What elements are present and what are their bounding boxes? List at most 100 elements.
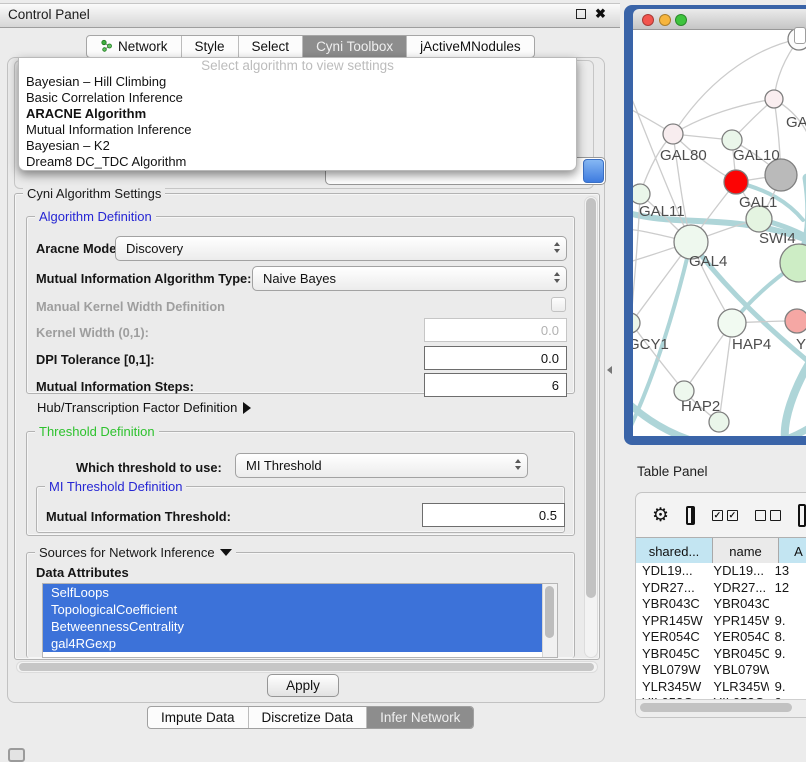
network-node-pink-top[interactable] [765, 90, 783, 108]
dropdown-hint: Select algorithm to view settings [19, 58, 576, 74]
column-header-name[interactable]: name [713, 538, 779, 564]
unchecked-boxes-icon[interactable] [755, 510, 781, 521]
table-cell: YDL19... [636, 563, 707, 580]
tab-infer-network[interactable]: Infer Network [366, 707, 473, 728]
network-node-red-node[interactable] [724, 170, 748, 194]
table-header-row: shared...nameA [636, 537, 806, 565]
minimized-panel-icon[interactable] [8, 748, 25, 762]
spinner-arrows-icon [515, 459, 521, 470]
sources-title[interactable]: Sources for Network Inference [35, 545, 236, 560]
minimize-traffic-light-icon[interactable] [659, 14, 671, 26]
screen: Control Panel ✖ NetworkStyleSelectCyni T… [0, 0, 806, 762]
mi-threshold-field[interactable]: 0.5 [422, 503, 565, 527]
settings-vertical-scrollbar-thumb[interactable] [586, 198, 596, 598]
float-window-icon[interactable] [576, 9, 586, 19]
tab-cyni-toolbox[interactable]: Cyni Toolbox [302, 36, 406, 57]
tab-select[interactable]: Select [238, 36, 303, 57]
tab-label: Style [195, 39, 225, 54]
mi-type-value: Naive Bayes [263, 271, 336, 286]
combo-spinner-icon[interactable] [583, 159, 604, 183]
splitter-grip-icon[interactable] [607, 366, 612, 374]
table-row[interactable]: YBR043CYBR043C [636, 596, 806, 613]
tab-impute-data[interactable]: Impute Data [148, 707, 248, 728]
tab-discretize-data[interactable]: Discretize Data [248, 707, 367, 728]
data-attributes-label: Data Attributes [36, 565, 129, 580]
network-graph: GALGAL80GAL10GAL1GAL11SWI4GAL4GCY1HAP4YH… [633, 30, 806, 436]
dpi-tolerance-field[interactable]: 0.0 [424, 346, 567, 370]
table-row[interactable]: YER054CYER054C8. [636, 629, 806, 646]
zoom-traffic-light-icon[interactable] [675, 14, 687, 26]
network-node-bottom-node[interactable] [709, 412, 729, 432]
network-node-gcy1[interactable] [633, 313, 640, 333]
table-row[interactable]: YPR145WYPR145W9. [636, 613, 806, 630]
settings-horizontal-scrollbar-thumb[interactable] [19, 663, 594, 671]
close-traffic-light-icon[interactable] [642, 14, 654, 26]
table-row[interactable]: YBL079WYBL079W [636, 662, 806, 679]
gear-icon[interactable]: ⚙ [652, 506, 669, 525]
data-attributes-items: SelfLoopsTopologicalCoefficientBetweenne… [43, 584, 557, 652]
kernel-width-label: Kernel Width (0,1): [36, 325, 149, 340]
manual-kernel-label: Manual Kernel Width Definition [36, 299, 225, 314]
window-edge-fragment [794, 27, 806, 44]
list-item-selfloops[interactable]: SelfLoops [43, 584, 543, 601]
dropdown-item-basic-correlation-inference[interactable]: Basic Correlation Inference [19, 90, 576, 106]
list-item-betweennesscentrality[interactable]: BetweennessCentrality [43, 618, 543, 635]
tab-network[interactable]: Network [87, 36, 181, 57]
table-cell: YER054C [707, 629, 768, 646]
table-cell: YBL079W [707, 662, 768, 679]
table-row[interactable]: YDR27...YDR27...12 [636, 580, 806, 597]
column-header-a[interactable]: A [779, 538, 806, 564]
list-item-topologicalcoefficient[interactable]: TopologicalCoefficient [43, 601, 543, 618]
tab-label: Discretize Data [262, 710, 354, 725]
network-window-titlebar[interactable] [633, 9, 806, 30]
list-item-gal4rgexp[interactable]: gal4RGexp [43, 635, 543, 652]
network-node-pink-right[interactable] [785, 309, 806, 333]
collapse-down-arrow-icon [220, 549, 232, 556]
dropdown-item-mutual-information-inference[interactable]: Mutual Information Inference [19, 122, 576, 138]
table-cell: YBR043C [707, 596, 768, 613]
network-node-gal80[interactable] [663, 124, 683, 144]
which-threshold-select[interactable]: MI Threshold [235, 453, 528, 478]
split-columns-icon[interactable] [686, 506, 695, 525]
mi-type-select[interactable]: Naive Bayes [252, 266, 567, 291]
apply-button[interactable]: Apply [267, 674, 339, 697]
table-cell: YLR345W [707, 679, 768, 696]
close-icon[interactable]: ✖ [595, 6, 606, 22]
aracne-mode-select[interactable]: Discovery [115, 236, 567, 261]
mi-steps-field[interactable]: 6 [424, 373, 567, 397]
column-header-shared[interactable]: shared... [636, 538, 713, 564]
network-edge [785, 360, 806, 436]
dropdown-item-aracne-algorithm[interactable]: ARACNE Algorithm [19, 106, 576, 122]
algorithm-dropdown-list: Bayesian – Hill ClimbingBasic Correlatio… [19, 74, 576, 170]
table-cell: 12 [769, 580, 806, 597]
tab-jactivemnodules[interactable]: jActiveMNodules [406, 36, 534, 57]
kernel-width-field[interactable]: 0.0 [424, 318, 567, 342]
manual-kernel-checkbox[interactable] [551, 297, 566, 312]
table-row[interactable]: YLR345WYLR345W9. [636, 679, 806, 696]
network-node-swi4[interactable] [780, 244, 806, 282]
tab-label: jActiveMNodules [420, 39, 521, 54]
checked-boxes-icon[interactable]: ✓✓ [712, 510, 738, 521]
mi-steps-label: Mutual Information Steps: [36, 379, 194, 394]
table-horizontal-scrollbar[interactable] [636, 699, 806, 718]
sources-title-text: Sources for Network Inference [39, 545, 215, 560]
list-scrollbar[interactable] [542, 584, 557, 657]
network-node-gal11[interactable] [633, 184, 650, 204]
data-attributes-list[interactable]: SelfLoopsTopologicalCoefficientBetweenne… [42, 583, 558, 658]
node-label-gal: GAL [786, 114, 806, 131]
cyni-settings-title: Cyni Algorithm Settings [23, 186, 165, 201]
document-icon[interactable] [798, 504, 806, 527]
dropdown-item-dream8-dc-tdc-algorithm[interactable]: Dream8 DC_TDC Algorithm [19, 154, 576, 170]
table-row[interactable]: YDL19...YDL19...13 [636, 563, 806, 580]
tab-style[interactable]: Style [181, 36, 238, 57]
aracne-mode-label: Aracne Mode: [36, 241, 121, 256]
hub-definition-toggle[interactable]: Hub/Transcription Factor Definition [37, 400, 251, 415]
dropdown-item-bayesian-hill-climbing[interactable]: Bayesian – Hill Climbing [19, 74, 576, 90]
table-row[interactable]: YBR045CYBR045C9. [636, 646, 806, 663]
dropdown-item-bayesian-k2[interactable]: Bayesian – K2 [19, 138, 576, 154]
table-horizontal-scrollbar-thumb[interactable] [640, 703, 792, 712]
node-label-swi4: SWI4 [759, 230, 796, 247]
network-canvas[interactable]: GALGAL80GAL10GAL1GAL11SWI4GAL4GCY1HAP4YH… [633, 30, 806, 436]
network-node-hap4[interactable] [718, 309, 746, 337]
list-scrollbar-thumb[interactable] [545, 586, 554, 638]
